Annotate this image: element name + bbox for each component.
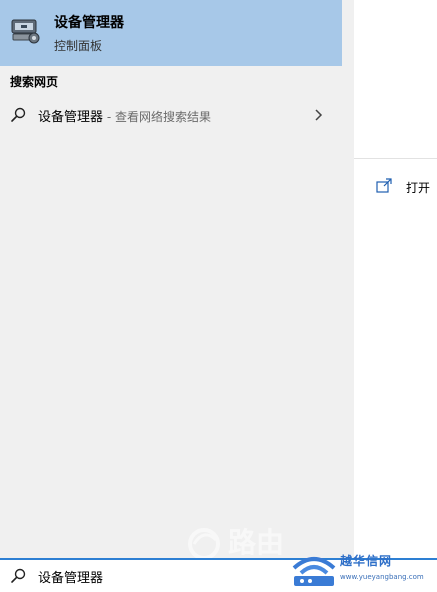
watermark-left-text: 路由	[228, 526, 284, 558]
open-action-label: 打开	[406, 181, 431, 195]
wifi-logo-icon	[292, 557, 336, 586]
web-section-heading: 搜索网页	[10, 75, 59, 89]
web-search-query: 设备管理器	[38, 110, 104, 125]
best-match-title: 设备管理器	[54, 15, 124, 31]
best-match-subtitle: 控制面板	[54, 39, 103, 53]
watermark-logo-url: www.yueyangbang.com	[340, 573, 424, 581]
search-input[interactable]	[38, 565, 158, 587]
open-icon	[376, 178, 392, 193]
search-icon	[11, 107, 26, 122]
pane-separator	[342, 0, 354, 558]
best-match-result[interactable]: 设备管理器 控制面板	[0, 0, 342, 66]
web-search-suffix: - 查看网络搜索结果	[103, 110, 211, 124]
preview-pane	[342, 0, 437, 558]
watermark-logo: 越华信网 www.yueyangbang.com	[290, 548, 437, 592]
open-action[interactable]: 打开	[376, 176, 437, 198]
device-manager-icon	[11, 19, 40, 44]
watermark-logo-title: 越华信网	[340, 554, 393, 568]
preview-divider	[354, 158, 437, 159]
search-icon	[11, 568, 26, 583]
web-search-result[interactable]: 设备管理器 - 查看网络搜索结果	[0, 98, 342, 132]
watermark-graphic: 路由	[188, 526, 284, 558]
chevron-right-icon[interactable]	[313, 109, 323, 121]
web-search-result-text: 设备管理器 - 查看网络搜索结果	[38, 106, 211, 125]
